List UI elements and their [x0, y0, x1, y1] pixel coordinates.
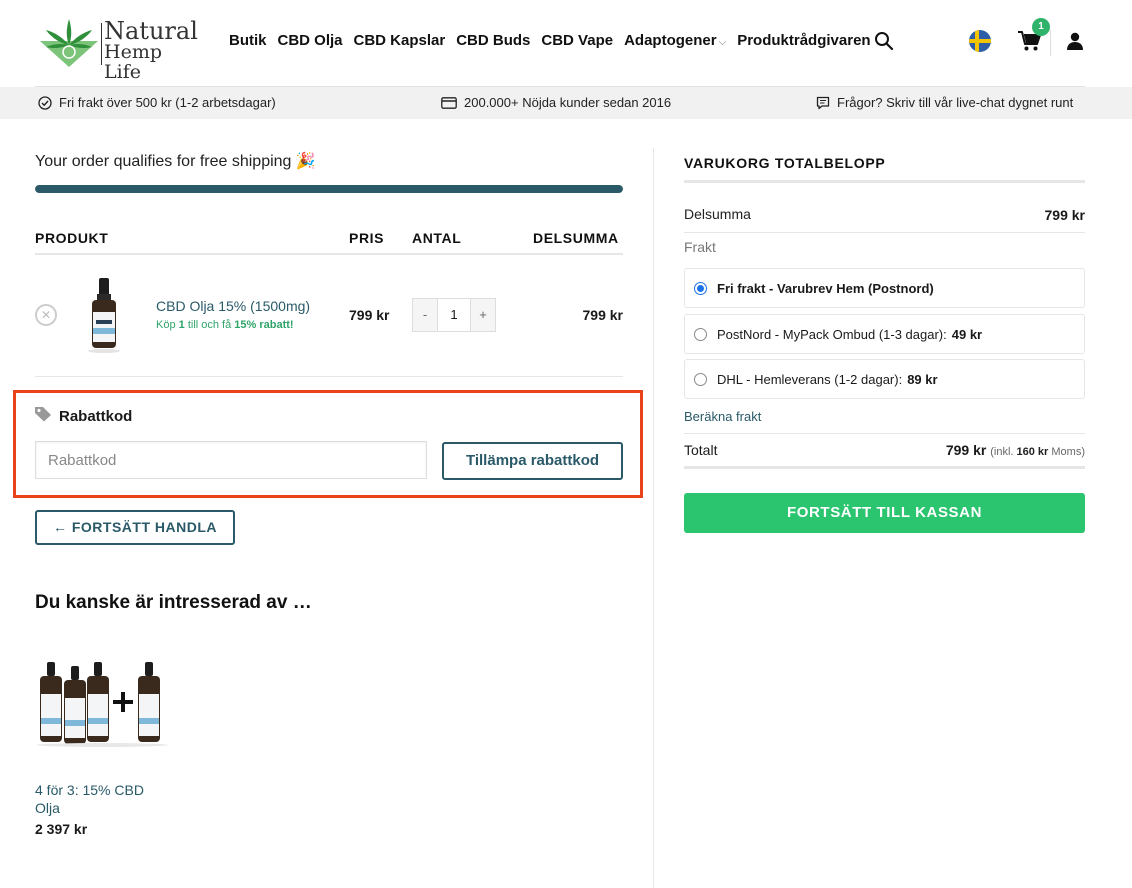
shipping-option-dhl-label: DHL - Hemleverans (1-2 dagar):: [717, 371, 903, 387]
subtotal-label: Delsumma: [684, 206, 751, 222]
nav-cbd-olja[interactable]: CBD Olja: [278, 32, 343, 49]
related-product-price: 2 397 kr: [35, 821, 88, 837]
promo-text-d: 15% rabatt!: [234, 319, 294, 331]
remove-item-icon[interactable]: ✕: [35, 304, 57, 326]
header-divider: [1050, 30, 1051, 56]
sweden-flag-icon[interactable]: [969, 30, 991, 52]
logo-line2: Hemp Life: [104, 41, 162, 83]
total-value: 799 kr: [945, 442, 987, 458]
main-nav: Butik CBD Olja CBD Kapslar CBD Buds CBD …: [229, 32, 882, 49]
info-bar: Fri frakt över 500 kr (1-2 arbetsdagar) …: [0, 87, 1132, 119]
calculate-shipping-link[interactable]: Beräkna frakt: [684, 409, 761, 424]
shipping-option-dhl[interactable]: DHL - Hemleverans (1-2 dagar): 89 kr: [684, 359, 1085, 399]
cart-count-badge: 1: [1032, 18, 1050, 36]
proceed-to-checkout-button[interactable]: FORTSÄTT TILL KASSAN: [684, 493, 1085, 533]
table-header-divider: [35, 253, 623, 255]
product-image[interactable]: [82, 276, 126, 354]
tax-amount: 160 kr: [1016, 446, 1049, 458]
nav-cbd-vape[interactable]: CBD Vape: [541, 32, 613, 49]
tax-note: (inkl. 160 kr Moms): [990, 446, 1085, 458]
shipping-option-dhl-price: 89 kr: [907, 371, 938, 387]
user-account-icon[interactable]: [1066, 32, 1084, 50]
nav-produktradgivaren[interactable]: Produktrådgivaren: [737, 32, 870, 49]
chat-icon: [816, 96, 830, 109]
cart-totals-title: VARUKORG TOTALBELOPP: [684, 155, 886, 171]
column-divider: [653, 148, 654, 888]
product-price: 799 kr: [349, 307, 390, 323]
col-header-subtotal: DELSUMMA: [533, 230, 619, 246]
shipping-option-free[interactable]: Fri frakt - Varubrev Hem (Postnord): [684, 268, 1085, 308]
nav-adaptogener-label: Adaptogener: [624, 32, 717, 49]
site-header: Natural Hemp Life Butik CBD Olja CBD Kap…: [0, 0, 1132, 86]
quantity-stepper: - 1 +: [412, 298, 496, 332]
col-header-qty: ANTAL: [412, 230, 462, 246]
info-shipping: Fri frakt över 500 kr (1-2 arbetsdagar): [38, 95, 276, 110]
radio-unselected[interactable]: [694, 372, 707, 386]
info-support-text: Frågor? Skriv till vår live-chat dygnet …: [837, 95, 1074, 110]
free-shipping-progress-fill: [35, 185, 623, 193]
free-shipping-message: Your order qualifies for free shipping 🎉: [35, 153, 316, 170]
check-circle-icon: [38, 95, 52, 110]
related-product-name-link[interactable]: 4 för 3: 15% CBD Olja: [35, 781, 165, 817]
tag-icon: [35, 407, 51, 422]
chevron-down-icon: ⌵: [718, 37, 727, 48]
credit-card-icon: [441, 96, 457, 109]
nav-cbd-kapslar[interactable]: CBD Kapslar: [354, 32, 446, 49]
nav-adaptogener[interactable]: Adaptogener ⌵: [624, 32, 726, 49]
continue-shopping-button[interactable]: ← FORTSÄTT HANDLA: [35, 510, 235, 545]
subtotal-value: 799 kr: [1044, 207, 1085, 223]
promo-text-c: till och få: [184, 319, 235, 331]
free-shipping-progress: [35, 185, 623, 193]
radio-unselected[interactable]: [694, 327, 707, 341]
coupon-code-input[interactable]: [35, 441, 427, 479]
search-icon[interactable]: [874, 31, 894, 51]
shipping-label: Frakt: [684, 239, 716, 255]
subtotal-divider: [684, 232, 1085, 233]
logo-text: Natural Hemp Life: [104, 17, 203, 83]
related-product-image[interactable]: [35, 656, 169, 748]
shipping-divider: [684, 433, 1085, 434]
coupon-title: Rabattkod: [59, 408, 133, 425]
product-promo: Köp 1 till och få 15% rabatt!: [156, 319, 294, 331]
promo-text-a: Köp: [156, 319, 179, 331]
logo-line1: Natural: [104, 17, 198, 45]
product-name-link[interactable]: CBD Olja 15% (1500mg): [156, 298, 310, 314]
total-label: Totalt: [684, 442, 718, 458]
qty-increase-button[interactable]: +: [471, 299, 495, 331]
tax-prefix: (inkl.: [990, 446, 1014, 458]
related-products-title: Du kanske är intresserad av …: [35, 592, 312, 613]
shipping-option-free-label: Fri frakt - Varubrev Hem (Postnord): [717, 280, 934, 296]
info-support: Frågor? Skriv till vår live-chat dygnet …: [816, 95, 1073, 110]
table-row-divider: [35, 376, 623, 377]
apply-coupon-button[interactable]: Tillämpa rabattkod: [442, 442, 623, 480]
hemp-leaf-icon: [40, 19, 98, 67]
nav-butik[interactable]: Butik: [229, 32, 267, 49]
product-subtotal: 799 kr: [582, 307, 623, 323]
col-header-product: PRODUKT: [35, 230, 109, 246]
tax-suffix: Moms): [1051, 446, 1085, 458]
logo-divider: [101, 23, 102, 65]
shipping-option-postnord[interactable]: PostNord - MyPack Ombud (1-3 dagar): 49 …: [684, 314, 1085, 354]
shipping-option-postnord-label: PostNord - MyPack Ombud (1-3 dagar):: [717, 326, 947, 342]
info-shipping-text: Fri frakt över 500 kr (1-2 arbetsdagar): [59, 95, 276, 110]
site-logo[interactable]: Natural Hemp Life: [38, 15, 203, 82]
shipping-option-postnord-price: 49 kr: [951, 326, 983, 342]
nav-cbd-buds[interactable]: CBD Buds: [456, 32, 530, 49]
total-divider: [684, 466, 1085, 469]
col-header-price: PRIS: [349, 230, 385, 246]
info-customers: 200.000+ Nöjda kunder sedan 2016: [441, 95, 671, 110]
radio-selected[interactable]: [694, 281, 707, 295]
cart-totals-divider: [684, 180, 1085, 183]
info-customers-text: 200.000+ Nöjda kunder sedan 2016: [464, 95, 672, 110]
qty-input[interactable]: 1: [437, 299, 471, 331]
qty-decrease-button[interactable]: -: [413, 299, 437, 331]
total-amount: 799 kr (inkl. 160 kr Moms): [946, 442, 1085, 458]
